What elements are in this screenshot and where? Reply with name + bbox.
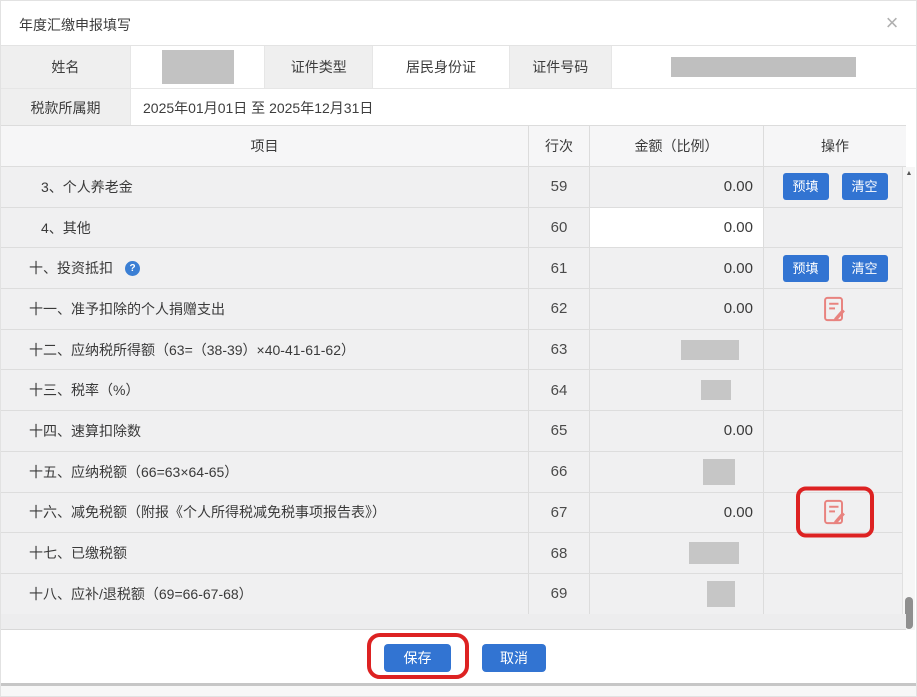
redacted-value <box>707 581 735 607</box>
redacted-name <box>162 50 234 84</box>
redacted-id-number <box>671 57 856 77</box>
row-line-number: 60 <box>529 208 590 248</box>
clear-button[interactable]: 清空 <box>842 255 888 282</box>
row-item-label: 十三、税率（%） <box>1 370 529 410</box>
row-item-label: 3、个人养老金 <box>1 167 529 207</box>
table-row: 4、其他 60 0.00 <box>1 208 906 249</box>
row-action-empty <box>764 208 906 248</box>
name-value <box>131 46 266 88</box>
row-item-label: 十五、应纳税额（66=63×64-65） <box>1 452 529 492</box>
table-row: 十四、速算扣除数 65 0.00 <box>1 411 906 452</box>
redacted-value <box>703 459 735 485</box>
table-row: 十七、已缴税额 68 <box>1 533 906 574</box>
table-row: 3、个人养老金 59 0.00 预填 清空 <box>1 167 906 208</box>
id-number-value <box>612 46 916 88</box>
annual-settlement-dialog: 年度汇缴申报填写 × 姓名 证件类型 居民身份证 证件号码 税款所属期 2025… <box>0 0 917 697</box>
table-row: 十六、减免税额（附报《个人所得税减免税事项报告表》） 67 0.00 <box>1 493 906 534</box>
row-item-label: 十六、减免税额（附报《个人所得税减免税事项报告表》） <box>1 493 529 533</box>
row-item-label: 十八、应补/退税额（69=66-67-68） <box>1 574 529 614</box>
row-action-empty <box>764 574 906 614</box>
row-line-number: 59 <box>529 167 590 207</box>
declaration-table: 项目 行次 金额（比例） 操作 3、个人养老金 59 0.00 预填 清空 4、… <box>1 125 906 615</box>
close-icon[interactable]: × <box>880 11 904 35</box>
row-action-empty <box>764 533 906 573</box>
cancel-button[interactable]: 取消 <box>482 644 546 672</box>
col-header-line: 行次 <box>529 126 590 166</box>
save-button[interactable]: 保存 <box>384 644 451 672</box>
edit-detail-icon[interactable] <box>821 295 849 323</box>
redacted-value <box>681 340 739 360</box>
row-action-empty <box>764 330 906 370</box>
prefill-button[interactable]: 预填 <box>783 173 829 200</box>
row-action-empty <box>764 411 906 451</box>
clear-button[interactable]: 清空 <box>842 173 888 200</box>
id-number-label: 证件号码 <box>510 46 612 88</box>
taxpayer-info: 姓名 证件类型 居民身份证 证件号码 税款所属期 2025年01月01日 至 2… <box>1 45 916 126</box>
row-line-number: 63 <box>529 330 590 370</box>
col-header-item: 项目 <box>1 126 529 166</box>
row-item-label: 十一、准予扣除的个人捐赠支出 <box>1 289 529 329</box>
scrollbar-thumb[interactable] <box>905 597 913 629</box>
scroll-up-icon[interactable]: ▲ <box>903 170 915 177</box>
vertical-scrollbar[interactable]: ▲ ▼ <box>902 167 915 644</box>
row-amount: 0.00 <box>590 493 764 533</box>
table-row: 十五、应纳税额（66=63×64-65） 66 <box>1 452 906 493</box>
dialog-title: 年度汇缴申报填写 <box>19 15 131 35</box>
table-row: 十八、应补/退税额（69=66-67-68） 69 <box>1 574 906 615</box>
row-item-label: 4、其他 <box>1 208 529 248</box>
row-item-label: 十四、速算扣除数 <box>1 411 529 451</box>
row-line-number: 67 <box>529 493 590 533</box>
id-type-value: 居民身份证 <box>373 46 510 88</box>
row-item-label: 十、投资抵扣 <box>29 258 113 278</box>
row-amount: 0.00 <box>590 411 764 451</box>
row-action-empty <box>764 452 906 492</box>
row-line-number: 69 <box>529 574 590 614</box>
row-line-number: 62 <box>529 289 590 329</box>
table-row: 十二、应纳税所得额（63=（38-39）×40-41-61-62） 63 <box>1 330 906 371</box>
row-amount: 0.00 <box>590 167 764 207</box>
row-item-label: 十二、应纳税所得额（63=（38-39）×40-41-61-62） <box>1 330 529 370</box>
id-type-label: 证件类型 <box>265 46 373 88</box>
name-label: 姓名 <box>1 46 131 88</box>
help-icon[interactable]: ? <box>125 261 140 276</box>
row-line-number: 64 <box>529 370 590 410</box>
row-line-number: 61 <box>529 248 590 288</box>
row-item-label: 十七、已缴税额 <box>1 533 529 573</box>
edit-detail-icon[interactable] <box>821 498 849 526</box>
page-background-edge <box>1 683 916 697</box>
period-label: 税款所属期 <box>1 89 131 126</box>
table-row: 十一、准予扣除的个人捐赠支出 62 0.00 <box>1 289 906 330</box>
row-line-number: 68 <box>529 533 590 573</box>
dialog-footer: 保存 取消 <box>1 630 916 683</box>
row-amount: 0.00 <box>590 289 764 329</box>
dialog-titlebar: 年度汇缴申报填写 × <box>1 1 916 45</box>
period-value: 2025年01月01日 至 2025年12月31日 <box>131 89 916 126</box>
row-line-number: 66 <box>529 452 590 492</box>
amount-input[interactable]: 0.00 <box>590 208 764 248</box>
col-header-amount: 金额（比例） <box>590 126 764 166</box>
row-amount: 0.00 <box>590 248 764 288</box>
redacted-value <box>689 542 739 564</box>
prefill-button[interactable]: 预填 <box>783 255 829 282</box>
col-header-action: 操作 <box>764 126 906 166</box>
table-footer-strip <box>1 614 906 630</box>
row-action-empty <box>764 370 906 410</box>
redacted-value <box>701 380 731 400</box>
table-row: 十、投资抵扣 ? 61 0.00 预填 清空 <box>1 248 906 289</box>
table-header-row: 项目 行次 金额（比例） 操作 <box>1 126 906 167</box>
row-line-number: 65 <box>529 411 590 451</box>
table-row: 十三、税率（%） 64 <box>1 370 906 411</box>
